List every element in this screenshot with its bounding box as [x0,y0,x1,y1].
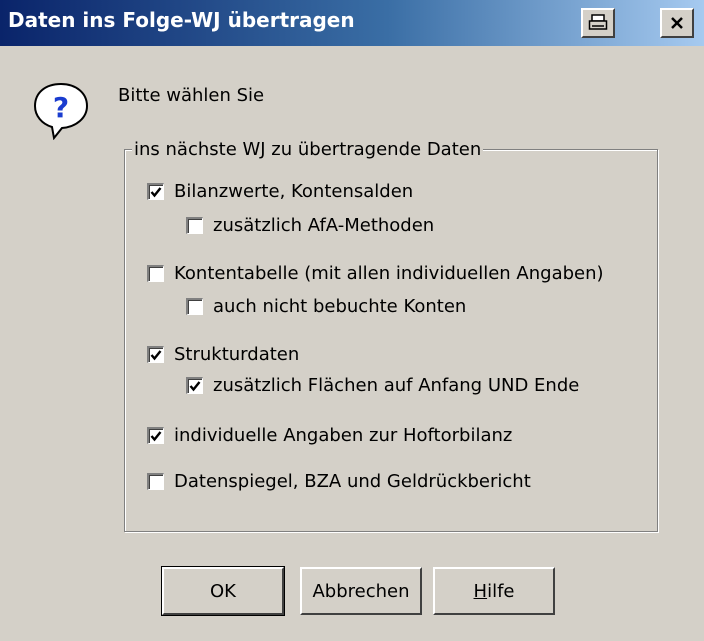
checkmark-icon [189,381,201,392]
groupbox-label: ins nächste WJ zu übertragende Daten [132,139,484,160]
ok-button[interactable]: OK [161,566,285,616]
title-bar[interactable]: Daten ins Folge-WJ übertragen [0,0,704,46]
prompt-text: Bitte wählen Sie [118,85,265,106]
checkbox-box[interactable] [186,298,203,315]
checkbox-box[interactable] [147,473,164,490]
checkmark-icon [150,350,162,361]
checkmark-icon [150,187,162,198]
checkbox-label: Strukturdaten [174,344,300,365]
checkbox-label: individuelle Angaben zur Hoftorbilanz [174,425,513,446]
checkbox-afa-methoden[interactable]: zusätzlich AfA-Methoden [186,215,434,236]
checkbox-box[interactable] [147,427,164,444]
checkbox-nicht-bebuchte-konten[interactable]: auch nicht bebuchte Konten [186,296,466,317]
printer-icon [588,14,608,30]
checkbox-box[interactable] [147,183,164,200]
checkbox-label: zusätzlich Flächen auf Anfang UND Ende [213,375,580,396]
checkbox-box[interactable] [186,217,203,234]
checkbox-box[interactable] [147,265,164,282]
window-title: Daten ins Folge-WJ übertragen [8,8,355,32]
print-button[interactable] [581,8,615,38]
checkbox-kontentabelle[interactable]: Kontentabelle (mit allen individuellen A… [147,263,604,284]
close-icon [671,17,683,29]
checkbox-label: zusätzlich AfA-Methoden [213,215,435,236]
checkbox-box[interactable] [147,346,164,363]
question-icon: ? [33,82,89,140]
checkbox-label: Kontentabelle (mit allen individuellen A… [174,263,604,284]
help-mnemonic: H [473,580,488,602]
cancel-button[interactable]: Abbrechen [300,567,422,615]
close-button[interactable] [660,8,694,38]
checkbox-label: Datenspiegel, BZA und Geldrückbericht [174,471,531,492]
checkbox-bilanzwerte[interactable]: Bilanzwerte, Kontensalden [147,181,413,202]
svg-text:?: ? [53,91,69,124]
help-label-rest: ilfe [487,580,515,602]
checkbox-datenspiegel[interactable]: Datenspiegel, BZA und Geldrückbericht [147,471,531,492]
checkmark-icon [150,431,162,442]
checkbox-hoftorbilanz[interactable]: individuelle Angaben zur Hoftorbilanz [147,425,512,446]
checkbox-label: auch nicht bebuchte Konten [213,296,467,317]
checkbox-flaechen-anfang-ende[interactable]: zusätzlich Flächen auf Anfang UND Ende [186,375,579,396]
checkbox-box[interactable] [186,377,203,394]
checkbox-strukturdaten[interactable]: Strukturdaten [147,344,299,365]
checkbox-label: Bilanzwerte, Kontensalden [174,181,414,202]
help-button[interactable]: Hilfe [433,567,555,615]
